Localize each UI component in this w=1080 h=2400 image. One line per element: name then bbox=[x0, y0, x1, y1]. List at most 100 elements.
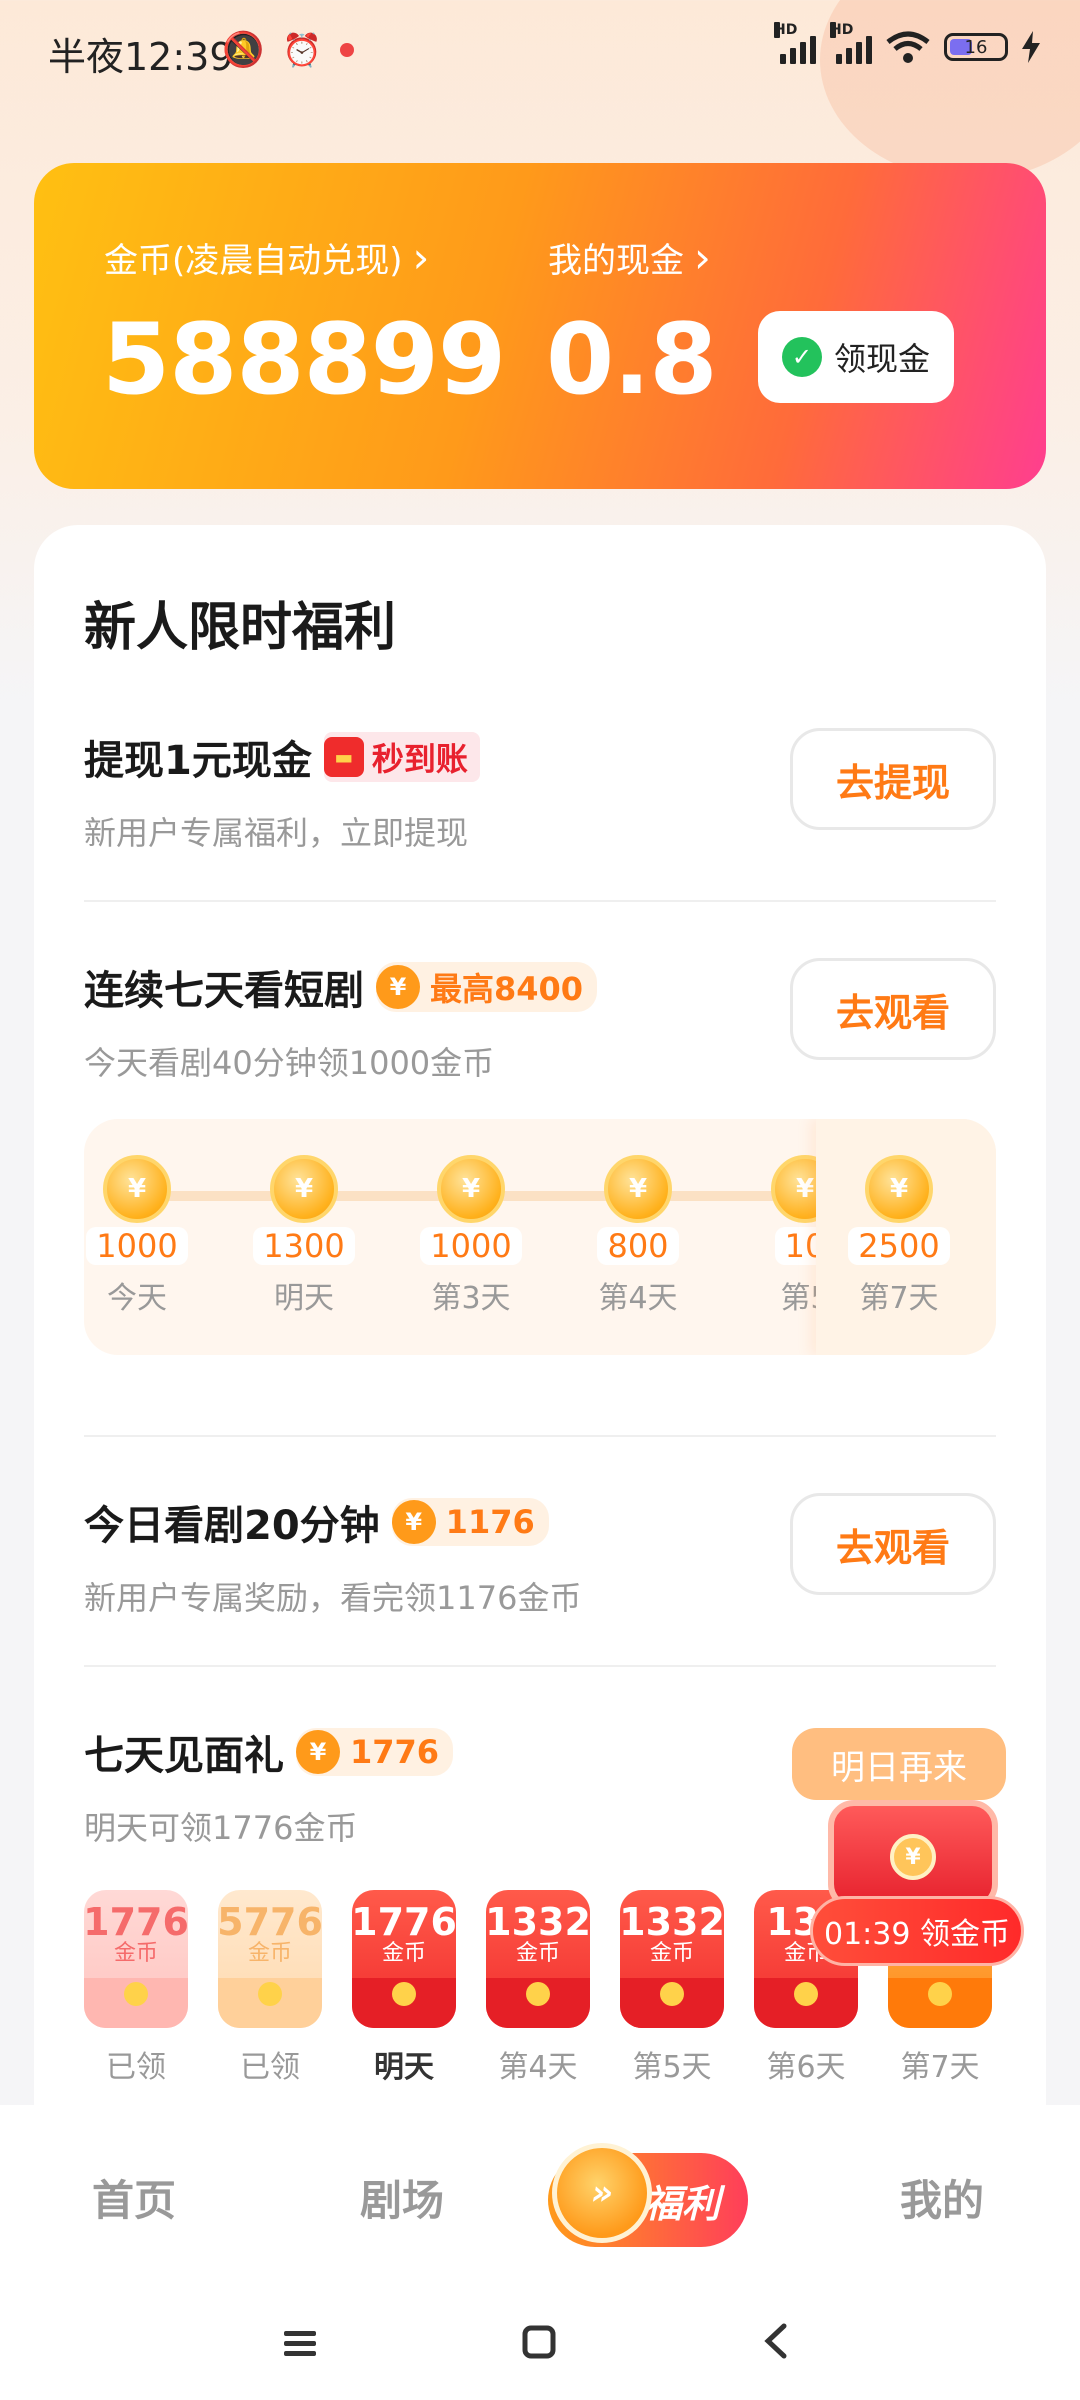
gift-unit: 金币 bbox=[381, 1941, 426, 1966]
nav-welfare-label: 福利 bbox=[643, 2181, 720, 2226]
watch-button[interactable]: 去观看 bbox=[790, 958, 996, 1060]
mute-icon: 🔕 bbox=[222, 30, 265, 70]
battery-level: 16 bbox=[964, 36, 988, 58]
claim-cash-label: 领现金 bbox=[833, 340, 930, 378]
reward-tag: ¥ 1176 bbox=[391, 1498, 549, 1546]
divider bbox=[84, 900, 996, 902]
coin-icon: ¥ bbox=[604, 1155, 672, 1223]
cash-label: 我的现金 bbox=[548, 241, 684, 281]
gift-item[interactable]: 1776 金币 已领 bbox=[83, 1890, 189, 2086]
envelope-seal bbox=[526, 1982, 550, 2006]
streak-day: 第4天 bbox=[598, 1281, 678, 1316]
battery-icon: 16 bbox=[944, 33, 1008, 61]
streak-progress: ¥ 1000 今天 ¥ 1300 明天 ¥ 1000 第3天 ¥ 800 第4天… bbox=[84, 1119, 996, 1355]
gift-unit: 金币 bbox=[649, 1941, 694, 1966]
gift-amount: 1776 bbox=[83, 1900, 189, 1944]
withdraw-button[interactable]: 去提现 bbox=[790, 728, 996, 830]
streak-day: 第7天 bbox=[859, 1281, 939, 1316]
coins-label: 金币(凌晨自动兑现) bbox=[104, 241, 403, 281]
menu-icon[interactable] bbox=[282, 2323, 318, 2369]
status-bar: 半夜12:39 🔕 ⏰ HD HD 16 bbox=[0, 0, 1080, 180]
charging-icon bbox=[1022, 31, 1040, 63]
streak-day: 第3天 bbox=[431, 1281, 511, 1316]
chevron-right-icon: › bbox=[694, 233, 711, 282]
coin-icon: ¥ bbox=[270, 1155, 338, 1223]
task-title: 七天见面礼 bbox=[84, 1733, 284, 1779]
divider bbox=[84, 1665, 996, 1667]
task-withdraw: 提现1元现金 ▬ 秒到账 新用户专属福利，立即提现 去提现 bbox=[84, 728, 996, 854]
task-title: 连续七天看短剧 bbox=[84, 968, 364, 1014]
nav-mine[interactable]: 我的 bbox=[900, 2167, 984, 2228]
app-notification-icon bbox=[340, 43, 355, 57]
gift-day: 已领 bbox=[240, 2050, 300, 2085]
streak-amount: 1000 bbox=[420, 1227, 522, 1265]
nav-home[interactable]: 首页 bbox=[92, 2167, 176, 2228]
reward-tag: ¥ 1776 bbox=[296, 1728, 454, 1776]
red-envelope-icon: 1332 金币 bbox=[485, 1890, 591, 2028]
gift-item[interactable]: 5776 金币 已领 bbox=[217, 1890, 323, 2086]
treasure-chest-icon[interactable]: ¥ bbox=[818, 1780, 1008, 1910]
gift-amount: 5776 bbox=[217, 1900, 323, 1944]
streak-amount: 800 bbox=[597, 1227, 679, 1265]
watch-button[interactable]: 去观看 bbox=[790, 1493, 996, 1595]
envelope-seal bbox=[392, 1982, 416, 2006]
gift-day: 第6天 bbox=[766, 2050, 846, 2085]
cash-label-link[interactable]: 我的现金 › bbox=[548, 233, 711, 282]
video-play-icon: » bbox=[552, 2143, 652, 2243]
red-envelope-icon: 1776 金币 bbox=[351, 1890, 457, 2028]
gift-day: 第7天 bbox=[900, 2050, 980, 2085]
streak-day-item: ¥ 1000 今天 bbox=[84, 1155, 192, 1317]
task-title: 今日看剧20分钟 bbox=[84, 1503, 380, 1549]
section-title: 新人限时福利 bbox=[84, 598, 397, 658]
back-icon[interactable] bbox=[762, 2323, 788, 2369]
gift-amount: 1332 bbox=[485, 1900, 591, 1944]
gift-amount: 1776 bbox=[351, 1900, 457, 1944]
gift-day: 明天 bbox=[374, 2050, 434, 2085]
envelope-seal bbox=[258, 1982, 282, 2006]
red-envelope-icon: 1776 金币 bbox=[83, 1890, 189, 2028]
instant-tag: ▬ 秒到账 bbox=[323, 732, 480, 782]
envelope-seal bbox=[124, 1982, 148, 2006]
red-envelope-icon: 1332 金币 bbox=[619, 1890, 725, 2028]
task-today-watch: 今日看剧20分钟 ¥ 1176 新用户专属奖励，看完领1176金币 去观看 bbox=[84, 1493, 996, 1619]
tag-label: 1176 bbox=[445, 1503, 535, 1541]
gift-item[interactable]: 1332 金币 第4天 bbox=[485, 1890, 591, 2086]
gift-item[interactable]: 1776 金币 明天 bbox=[351, 1890, 457, 2086]
chest-countdown-button[interactable]: 01:39 领金币 bbox=[810, 1896, 1024, 1966]
coins-value: 588899 bbox=[102, 303, 506, 417]
coin-icon: ¥ bbox=[437, 1155, 505, 1223]
streak-day-item: ¥ 1300 明天 bbox=[249, 1155, 359, 1317]
nav-theater[interactable]: 剧场 bbox=[360, 2167, 444, 2228]
chest-lock-icon: ¥ bbox=[890, 1834, 936, 1880]
gift-item[interactable]: 1332 金币 第5天 bbox=[619, 1890, 725, 2086]
tag-label: 1776 bbox=[350, 1733, 440, 1771]
streak-day-item: ¥ 1000 第3天 bbox=[416, 1155, 526, 1317]
cash-value: 0.8 bbox=[546, 303, 718, 417]
gift-day: 第5天 bbox=[632, 2050, 712, 2085]
divider bbox=[84, 1435, 996, 1437]
coins-label-link[interactable]: 金币(凌晨自动兑现) › bbox=[104, 233, 429, 282]
signal-hd-2-icon: HD bbox=[830, 22, 872, 64]
decorative-circle bbox=[820, 0, 1080, 180]
streak-day-item: ¥ 800 第4天 bbox=[583, 1155, 693, 1317]
status-time: 半夜12:39 bbox=[48, 35, 234, 79]
signal-hd-1-icon: HD bbox=[774, 22, 816, 64]
task-seven-day-watch: 连续七天看短剧 ¥ 最高8400 今天看剧40分钟领1000金币 去观看 bbox=[84, 958, 996, 1084]
home-square-icon[interactable] bbox=[522, 2323, 556, 2369]
coin-icon: ¥ bbox=[376, 965, 420, 1009]
claim-cash-button[interactable]: ✓ 领现金 bbox=[758, 311, 954, 403]
red-envelope-icon: 5776 金币 bbox=[217, 1890, 323, 2028]
streak-amount: 1300 bbox=[253, 1227, 355, 1265]
system-navigation-bar bbox=[0, 2323, 1080, 2383]
status-icons-right: HD HD 16 bbox=[774, 22, 1040, 64]
gift-day: 第4天 bbox=[498, 2050, 578, 2085]
streak-day: 今天 bbox=[107, 1281, 167, 1316]
wechat-icon: ✓ bbox=[781, 337, 822, 377]
nav-welfare[interactable]: » 福利 bbox=[548, 2143, 748, 2247]
gift-amount: 1332 bbox=[619, 1900, 725, 1944]
streak-day: 明天 bbox=[274, 1281, 334, 1316]
tag-label: 秒到账 bbox=[371, 740, 468, 778]
alarm-icon: ⏰ bbox=[282, 31, 323, 69]
coin-icon: ¥ bbox=[296, 1730, 340, 1774]
gift-day: 已领 bbox=[106, 2050, 166, 2085]
